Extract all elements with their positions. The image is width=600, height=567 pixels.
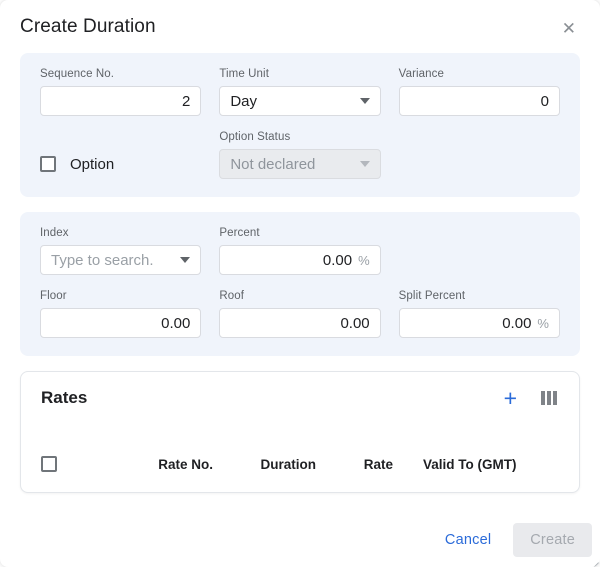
split-percent-label: Split Percent — [399, 290, 560, 302]
chevron-down-icon — [180, 257, 190, 263]
split-percent-suffix: % — [537, 316, 549, 331]
time-unit-field-group: Time Unit Day — [219, 68, 380, 116]
column-header-duration: Duration — [213, 457, 316, 472]
dialog-title: Create Duration — [20, 16, 156, 38]
variance-label: Variance — [399, 68, 560, 80]
close-icon[interactable]: ✕ — [558, 17, 580, 41]
option-field-group: Option — [40, 149, 201, 179]
floor-input[interactable] — [40, 308, 201, 338]
sequence-no-field-group: Sequence No. — [40, 68, 201, 116]
roof-label: Roof — [219, 290, 380, 302]
percent-value: 0.00 — [323, 252, 352, 269]
create-duration-dialog: Create Duration ✕ Sequence No. Time Unit… — [0, 0, 600, 567]
rates-title: Rates — [41, 388, 87, 408]
index-section: Index Type to search. Percent 0.00 % Flo… — [20, 212, 580, 356]
time-unit-value: Day — [230, 93, 257, 110]
chevron-down-icon — [360, 98, 370, 104]
column-header-rate-no: Rate No. — [71, 457, 213, 472]
columns-icon[interactable] — [539, 389, 559, 407]
sequence-no-label: Sequence No. — [40, 68, 201, 80]
rates-table-header: Rate No. Duration Rate Valid To (GMT) — [41, 450, 559, 478]
index-search-select[interactable]: Type to search. — [40, 245, 201, 275]
variance-input[interactable] — [399, 86, 560, 116]
option-status-field-group: Option Status Not declared — [219, 131, 380, 179]
variance-field-group: Variance — [399, 68, 560, 116]
select-all-checkbox[interactable] — [41, 456, 57, 472]
time-unit-select[interactable]: Day — [219, 86, 380, 116]
sequence-no-input[interactable] — [40, 86, 201, 116]
create-button[interactable]: Create — [513, 523, 592, 557]
cancel-button[interactable]: Cancel — [433, 524, 503, 556]
index-placeholder: Type to search. — [51, 252, 154, 269]
percent-input[interactable]: 0.00 % — [219, 245, 380, 275]
percent-suffix: % — [358, 253, 370, 268]
percent-field-group: Percent 0.00 % — [219, 227, 380, 275]
column-header-rate: Rate — [316, 457, 393, 472]
split-percent-field-group: Split Percent 0.00 % — [399, 290, 560, 338]
dialog-footer: Cancel Create — [0, 523, 600, 567]
roof-input[interactable] — [219, 308, 380, 338]
dialog-header: Create Duration ✕ — [0, 0, 600, 53]
floor-label: Floor — [40, 290, 201, 302]
add-rate-icon[interactable]: + — [504, 389, 517, 407]
roof-field-group: Roof — [219, 290, 380, 338]
option-checkbox[interactable] — [40, 156, 56, 172]
option-status-label: Option Status — [219, 131, 380, 143]
column-header-valid-to: Valid To (GMT) — [423, 457, 517, 472]
index-label: Index — [40, 227, 201, 239]
index-field-group: Index Type to search. — [40, 227, 201, 275]
duration-section: Sequence No. Time Unit Day Variance Opti… — [20, 53, 580, 197]
floor-field-group: Floor — [40, 290, 201, 338]
time-unit-label: Time Unit — [219, 68, 380, 80]
split-percent-value: 0.00 — [502, 315, 531, 332]
split-percent-input[interactable]: 0.00 % — [399, 308, 560, 338]
chevron-down-icon — [360, 161, 370, 167]
percent-label: Percent — [219, 227, 380, 239]
option-status-select: Not declared — [219, 149, 380, 179]
rates-card: Rates + Rate No. Duration Rate Valid To … — [20, 371, 580, 493]
option-status-value: Not declared — [230, 156, 315, 173]
option-checkbox-label[interactable]: Option — [70, 156, 114, 173]
